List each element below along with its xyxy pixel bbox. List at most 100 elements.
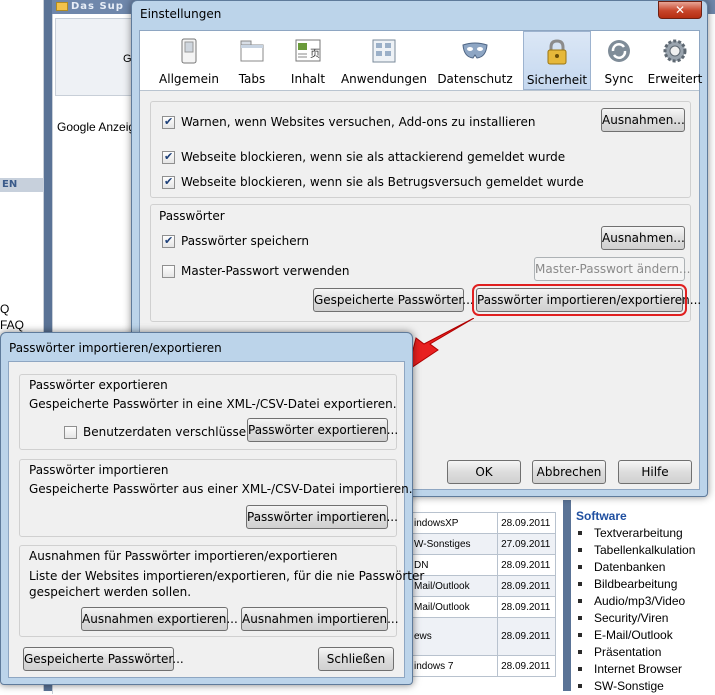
- encrypt-row[interactable]: Benutzerdaten verschlüsseln: [64, 424, 257, 440]
- import-export-passwords-button[interactable]: Passwörter importieren/exportieren...: [472, 284, 701, 316]
- import-group-title: Passwörter importieren: [29, 463, 169, 477]
- block-fraud-row[interactable]: Webseite blockieren, wenn sie als Betrug…: [162, 174, 584, 190]
- tab-allgemein[interactable]: Allgemein: [155, 31, 223, 90]
- tab-erweitert[interactable]: Erweitert: [645, 31, 705, 90]
- password-exceptions-button[interactable]: Ausnahmen...: [601, 226, 685, 250]
- table-row[interactable]: W-Sonstiges 27.09.2011: [409, 533, 556, 555]
- privacy-mask-icon: [462, 42, 488, 59]
- topics-table: indowsXP 28.09.2011 W-Sonstiges 27.09.2011…: [409, 512, 556, 677]
- tab-tabs[interactable]: Tabs: [226, 31, 278, 90]
- topic-cell[interactable]: indowsXP: [409, 512, 499, 534]
- block-attack-label: Webseite blockieren, wenn sie als attack…: [181, 150, 566, 164]
- list-item[interactable]: Audio/mp3/Video: [578, 593, 695, 610]
- table-row[interactable]: DN 28.09.2011: [409, 554, 556, 576]
- export-group-title: Passwörter exportieren: [29, 378, 168, 392]
- date-cell: 28.09.2011: [497, 512, 556, 534]
- topic-cell[interactable]: W-Sonstiges: [409, 533, 499, 555]
- exceptions-description-line2: gespeichert werden sollen.: [29, 585, 192, 599]
- block-attack-row[interactable]: Webseite blockieren, wenn sie als attack…: [162, 149, 565, 165]
- date-cell: 28.09.2011: [497, 575, 556, 597]
- tab-label: Sicherheit: [526, 73, 588, 87]
- cancel-button[interactable]: Abbrechen: [532, 460, 606, 484]
- table-row[interactable]: Mail/Outlook 28.09.2011: [409, 596, 556, 618]
- date-cell: 27.09.2011: [497, 533, 556, 555]
- ok-button[interactable]: OK: [447, 460, 521, 484]
- tab-label: Tabs: [238, 72, 266, 86]
- master-password-label: Master-Passwort verwenden: [181, 264, 350, 278]
- date-cell: 28.09.2011: [497, 617, 556, 656]
- table-row[interactable]: indowsXP 28.09.2011: [409, 512, 556, 534]
- table-row[interactable]: Mail/Outlook 28.09.2011: [409, 575, 556, 597]
- left-bar-heading: EN: [0, 178, 44, 192]
- topic-cell[interactable]: indows 7: [409, 655, 499, 677]
- list-item[interactable]: Textverarbeitung: [578, 525, 695, 542]
- tab-sync[interactable]: Sync: [595, 31, 643, 90]
- import-passwords-button[interactable]: Passwörter importieren...: [246, 505, 398, 529]
- list-item[interactable]: Datenbanken: [578, 559, 695, 576]
- date-cell: 28.09.2011: [497, 554, 556, 576]
- tab-label: Inhalt: [290, 72, 326, 86]
- google-ads-label: Google Anzeig: [57, 120, 136, 134]
- passwords-group-title: Passwörter: [159, 209, 225, 223]
- list-item[interactable]: Internet Browser: [578, 661, 695, 678]
- save-passwords-checkbox[interactable]: [162, 234, 175, 248]
- category-toolbar: Allgemein Tabs 页 Inhalt Anwendungen Date…: [140, 31, 702, 91]
- saved-passwords-button[interactable]: Gespeicherte Passwörter...: [313, 288, 474, 312]
- tab-datenschutz[interactable]: Datenschutz: [435, 31, 515, 90]
- tab-label: Erweitert: [647, 72, 703, 86]
- tab-anwendungen[interactable]: Anwendungen: [340, 31, 428, 90]
- list-item[interactable]: E-Mail/Outlook: [578, 627, 695, 644]
- change-master-password-button[interactable]: Master-Passwort ändern...: [534, 257, 690, 281]
- import-exceptions-button[interactable]: Ausnahmen importieren...: [241, 607, 399, 631]
- list-item[interactable]: Präsentation: [578, 644, 695, 661]
- dialog-body: Passwörter exportieren Gespeicherte Pass…: [8, 361, 424, 678]
- block-fraud-checkbox[interactable]: [162, 175, 175, 189]
- padlock-icon: [547, 39, 567, 65]
- tab-sicherheit[interactable]: Sicherheit: [523, 31, 591, 90]
- warn-addons-checkbox[interactable]: [162, 115, 175, 129]
- switch-icon: [181, 38, 197, 64]
- encrypt-label: Benutzerdaten verschlüsseln: [83, 425, 258, 439]
- folder-icon: [56, 2, 68, 11]
- block-fraud-label: Webseite blockieren, wenn sie als Betrug…: [181, 175, 584, 189]
- export-exceptions-button[interactable]: Ausnahmen exportieren...: [81, 607, 238, 631]
- passwords-group: Passwörter Passwörter speichern Ausnahme…: [150, 204, 701, 322]
- save-passwords-row[interactable]: Passwörter speichern: [162, 233, 309, 249]
- dialog-saved-passwords-button[interactable]: Gespeicherte Passwörter...: [23, 647, 184, 671]
- list-item[interactable]: Bildbearbeitung: [578, 576, 695, 593]
- left-link-faq[interactable]: FAQ: [0, 318, 24, 332]
- left-link-q[interactable]: Q: [0, 302, 9, 316]
- list-item[interactable]: Tabellenkalkulation: [578, 542, 695, 559]
- tab-label: Sync: [604, 72, 634, 86]
- master-password-checkbox[interactable]: [162, 264, 175, 278]
- export-passwords-button[interactable]: Passwörter exportieren...: [247, 418, 398, 442]
- sync-icon: [608, 40, 630, 62]
- table-row[interactable]: indows 7 28.09.2011: [409, 655, 556, 677]
- import-description: Gespeicherte Passwörter aus einer XML-/C…: [29, 482, 413, 496]
- encrypt-checkbox[interactable]: [64, 425, 77, 439]
- master-password-row[interactable]: Master-Passwort verwenden: [162, 263, 350, 279]
- list-item[interactable]: Security/Viren: [578, 610, 695, 627]
- tab-label: Anwendungen: [340, 72, 428, 86]
- close-button[interactable]: ✕: [658, 1, 702, 19]
- tabs-icon: [240, 40, 264, 62]
- exceptions-group: Ausnahmen für Passwörter importieren/exp…: [19, 545, 424, 637]
- table-row[interactable]: ews 28.09.2011: [409, 617, 556, 656]
- topic-cell[interactable]: Mail/Outlook: [409, 596, 499, 618]
- dialog-close-button[interactable]: Schließen: [318, 647, 394, 671]
- addon-exceptions-button[interactable]: Ausnahmen...: [601, 108, 685, 132]
- exceptions-group-title: Ausnahmen für Passwörter importieren/exp…: [29, 549, 338, 563]
- web-security-group: Warnen, wenn Websites versuchen, Add-ons…: [150, 101, 691, 198]
- help-button[interactable]: Hilfe: [618, 460, 692, 484]
- list-item[interactable]: SW-Sonstige: [578, 678, 695, 695]
- save-passwords-label: Passwörter speichern: [181, 234, 309, 248]
- applications-icon: [372, 39, 396, 63]
- software-list: Textverarbeitung Tabellenkalkulation Dat…: [578, 525, 695, 695]
- software-heading[interactable]: Software: [576, 509, 627, 523]
- tab-inhalt[interactable]: 页 Inhalt: [282, 31, 334, 90]
- block-attack-checkbox[interactable]: [162, 150, 175, 164]
- warn-addons-row[interactable]: Warnen, wenn Websites versuchen, Add-ons…: [162, 114, 535, 130]
- topic-cell[interactable]: ews: [409, 617, 499, 656]
- page-header-title: Das Sup: [71, 1, 124, 12]
- right-strip: [563, 500, 571, 691]
